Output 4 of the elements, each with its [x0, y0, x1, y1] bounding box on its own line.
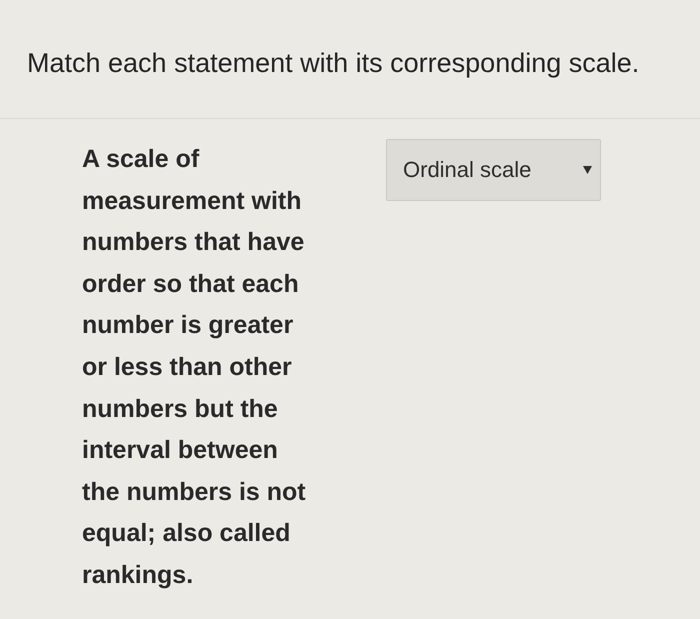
statement-text: A scale of measurement with numbers that have order so that each number is greater or less than other numbers but the interval between the numbers is not equal; also called rankings.: [82, 144, 307, 591]
instruction-text: Match each statement with its corresponding scale.: [27, 47, 640, 80]
caret-icon: [583, 166, 592, 174]
answer-dropdown[interactable]: Ordinal scale: [386, 139, 601, 201]
